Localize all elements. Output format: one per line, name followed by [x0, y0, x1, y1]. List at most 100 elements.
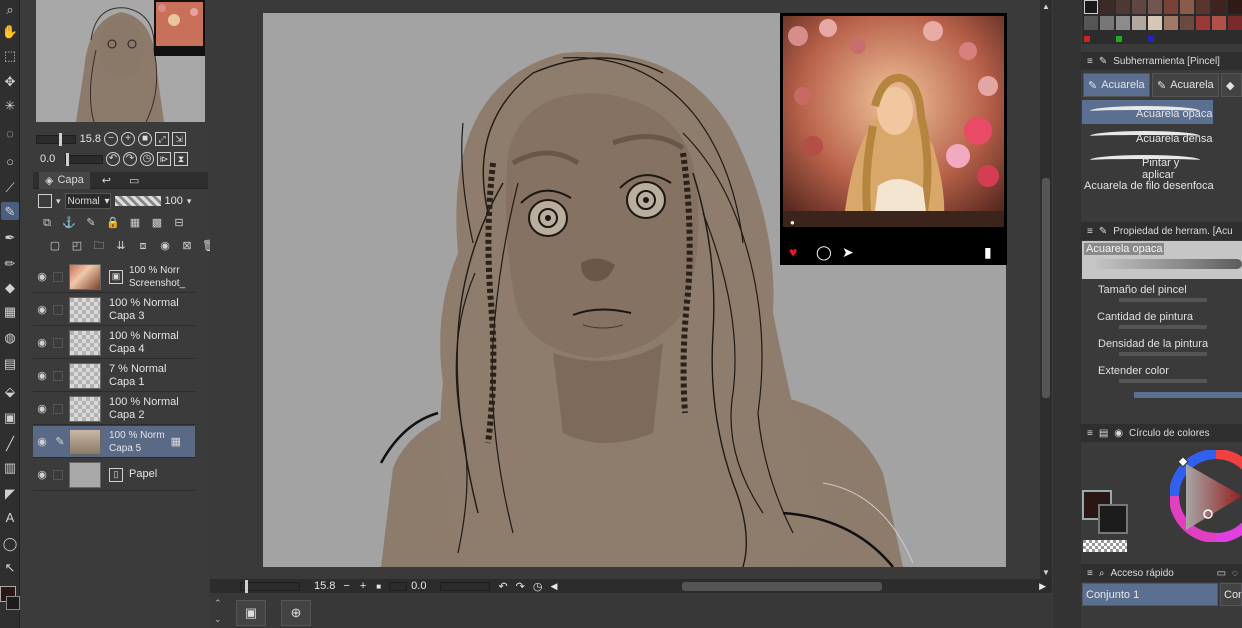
flip-vertical-icon[interactable]: ⧗ [174, 152, 188, 166]
fit-navigator-icon[interactable]: ⇲ [172, 132, 186, 146]
status-angle-value[interactable]: 0.0 [411, 580, 426, 592]
mask-icon[interactable]: ▩ [150, 216, 164, 230]
new-folder-icon[interactable]: 🗀 [92, 239, 106, 253]
color-wheel[interactable] [1170, 450, 1242, 542]
sub-color-box[interactable] [1098, 504, 1128, 534]
move-icon[interactable]: ✥ [1, 72, 19, 90]
layer-lock-box[interactable] [53, 403, 63, 414]
layer-row[interactable]: ◉ 7 % Normal Capa 1 [33, 360, 195, 392]
paint-amount-slider[interactable] [1119, 325, 1207, 329]
status-zoom-value[interactable]: 15.8 [314, 580, 335, 592]
zoom-out-icon[interactable]: − [104, 132, 118, 146]
balloon-icon[interactable]: ◯ [1, 534, 19, 552]
layer-row[interactable]: ◉ 100 % Normal Capa 2 [33, 393, 195, 425]
menu-icon[interactable]: ≡ [1087, 56, 1093, 67]
scroll-right-icon[interactable]: ▶ [1039, 581, 1046, 592]
layer-row[interactable]: ◉ 100 % Normal Capa 3 [33, 294, 195, 326]
palette-swatch[interactable] [1228, 16, 1242, 30]
horizontal-scroll-thumb[interactable] [682, 582, 882, 591]
brush-icon[interactable]: ✎ [1, 202, 19, 220]
subtool-tab-watercolor[interactable]: ✎ Acuarela [1083, 73, 1150, 97]
pen-icon[interactable]: ✒ [1, 228, 19, 246]
palette-swatch[interactable] [1180, 0, 1194, 14]
panel-tab-icon-2[interactable]: ◌ [1232, 568, 1238, 579]
palette-swatch[interactable] [1100, 0, 1114, 14]
menu-icon[interactable]: ≡ [1087, 428, 1093, 439]
brush-item[interactable]: Acuarela opaca [1082, 100, 1213, 124]
eye-icon[interactable]: ◉ [33, 468, 51, 481]
brush-item[interactable]: Pintar y aplicar [1082, 149, 1213, 181]
rotate-left-icon[interactable]: ↶ [106, 152, 120, 166]
palette-swatch[interactable] [1164, 16, 1178, 30]
panel-tab-icon[interactable]: ▭ [1217, 568, 1226, 579]
layer-row[interactable]: ◉ 100 % Normal Capa 4 [33, 327, 195, 359]
palette-swatch[interactable] [1116, 0, 1130, 14]
gradient-icon[interactable]: ▣ [1, 408, 19, 426]
angle-slider[interactable] [389, 581, 408, 591]
eraser-icon[interactable]: ◆ [1, 278, 19, 296]
eye-icon[interactable]: ◉ [33, 369, 51, 382]
color-stretch-slider[interactable] [1119, 379, 1207, 383]
lock-icon[interactable]: 🔒 [106, 216, 120, 230]
navigator-preview[interactable] [36, 0, 205, 122]
new-vector-layer-icon[interactable]: ◰ [70, 239, 84, 253]
timeline-button[interactable]: ▣ [236, 600, 266, 626]
palette-swatch[interactable] [1164, 0, 1178, 14]
palette-swatch[interactable] [1084, 36, 1090, 42]
brush-size-slider[interactable] [1119, 298, 1207, 302]
layer-row[interactable]: ◉ ▯ Papel [33, 459, 195, 491]
status-zoom-slider[interactable] [240, 579, 300, 593]
flip-horizontal-icon[interactable]: ⧐ [157, 152, 171, 166]
subtool-tab-watercolor-2[interactable]: ✎ Acuarela [1152, 73, 1219, 97]
rotate-left-icon[interactable]: ↶ [498, 580, 507, 593]
color-wheel-tab-icon[interactable]: ◉ [1114, 428, 1123, 439]
reset-rotation-icon[interactable]: ◷ [140, 152, 154, 166]
eye-icon[interactable]: ◉ [33, 303, 51, 316]
fit-100-icon[interactable]: ■ [138, 132, 152, 146]
draft-layer-icon[interactable]: ✎ [84, 216, 98, 230]
chevron-down-icon[interactable]: ▾ [56, 196, 61, 207]
subtool-tab-more[interactable]: ◆ [1221, 73, 1242, 97]
lock-transparency-icon[interactable]: ▦ [128, 216, 142, 230]
color-set-icon[interactable]: ▤ [1099, 428, 1108, 439]
eye-icon[interactable]: ◉ [33, 435, 51, 448]
fill-icon[interactable]: ⬙ [1, 382, 19, 400]
palette-swatch[interactable] [1132, 16, 1146, 30]
layer-lock-box[interactable] [53, 304, 63, 315]
palette-swatch[interactable] [1212, 0, 1226, 14]
reference-layer-icon[interactable]: ⚓ [62, 216, 76, 230]
sub-color-chip[interactable] [6, 596, 20, 610]
comment-icon[interactable]: ◯ [816, 245, 832, 259]
zoom-out-icon[interactable]: − [343, 580, 349, 592]
zoom-in-icon[interactable]: + [360, 580, 366, 592]
correct-line-icon[interactable]: ↖ [1, 558, 19, 576]
layer-lock-box[interactable] [53, 370, 63, 381]
blend-icon[interactable]: ▦ [1, 302, 19, 320]
palette-swatch[interactable] [1148, 16, 1162, 30]
menu-icon[interactable]: ≡ [1087, 568, 1093, 579]
reference-image-window[interactable]: ● ♥ ◯ ➤ ▮ [780, 13, 1007, 265]
layer-lock-box[interactable] [53, 271, 63, 282]
layer-row[interactable]: ◉ ▣ 100 % Norr Screenshot_ [33, 261, 195, 293]
ruler-icon[interactable]: ◤ [1, 484, 19, 502]
transfer-down-icon[interactable]: ⇊ [114, 239, 128, 253]
rotate-right-icon[interactable]: ↷ [516, 580, 525, 593]
tab-layer[interactable]: ◈ Capa [39, 171, 90, 189]
palette-swatch[interactable] [1116, 16, 1130, 30]
tab-history[interactable]: ↩ [96, 172, 117, 189]
opacity-slider[interactable] [114, 196, 161, 206]
opacity-value[interactable]: 100 [165, 195, 183, 207]
bookmark-icon[interactable]: ▮ [984, 245, 992, 259]
zoom-slider[interactable] [36, 132, 76, 146]
hand-icon[interactable]: ✋ [1, 22, 19, 40]
brush-item[interactable]: Acuarela densa [1082, 125, 1213, 149]
pencil-icon[interactable]: ✏ [1, 254, 19, 272]
palette-swatch[interactable] [1196, 0, 1210, 14]
eye-icon[interactable]: ◉ [33, 336, 51, 349]
tab-layer-property[interactable]: ▭ [123, 172, 145, 189]
fit-100-icon[interactable]: ■ [376, 582, 381, 591]
scroll-left-icon[interactable]: ◀ [550, 581, 557, 592]
eye-icon[interactable]: ◉ [33, 402, 51, 415]
share-icon[interactable]: ➤ [842, 245, 854, 259]
frame-icon[interactable]: ▥ [1, 458, 19, 476]
